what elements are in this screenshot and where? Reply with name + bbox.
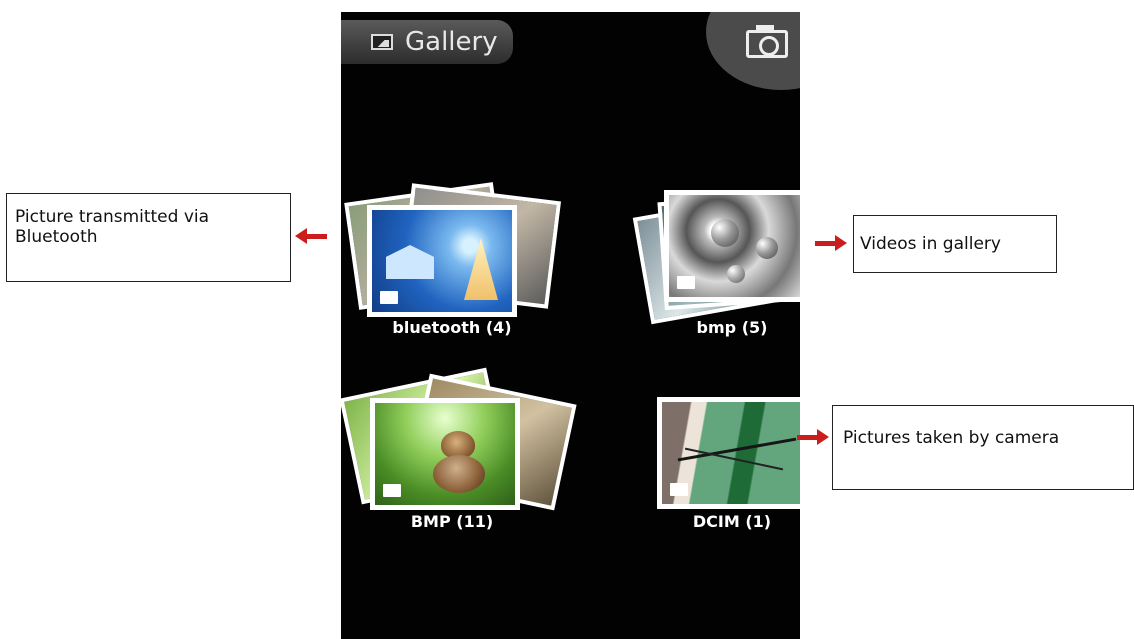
album-BMP[interactable]: BMP (11) bbox=[341, 362, 577, 537]
annotation-bluetooth: Picture transmitted via Bluetooth bbox=[6, 193, 291, 282]
phone-screen: Gallery bluetooth (4) bmp (5) BMP (11) D… bbox=[341, 12, 800, 639]
annotation-camera: Pictures taken by camera bbox=[832, 405, 1134, 490]
arrow-videos bbox=[815, 235, 847, 251]
folder-icon bbox=[383, 484, 401, 497]
album-label-bmp: bmp (5) bbox=[696, 318, 768, 337]
camera-icon bbox=[746, 25, 788, 58]
app-title: Gallery bbox=[405, 27, 498, 57]
camera-button[interactable] bbox=[706, 12, 800, 90]
album-bmp[interactable]: bmp (5) bbox=[627, 170, 800, 345]
gallery-icon bbox=[371, 34, 393, 50]
annotation-videos: Videos in gallery bbox=[853, 215, 1057, 273]
folder-icon bbox=[677, 276, 695, 289]
arrow-bluetooth bbox=[295, 228, 327, 244]
folder-icon bbox=[670, 483, 688, 496]
album-label-bluetooth: bluetooth (4) bbox=[392, 318, 512, 337]
album-dcim[interactable]: DCIM (1) bbox=[647, 362, 800, 537]
album-label-DCIM: DCIM (1) bbox=[692, 512, 772, 531]
album-label-BMP: BMP (11) bbox=[410, 512, 494, 531]
arrow-camera bbox=[797, 429, 829, 445]
folder-icon bbox=[380, 291, 398, 304]
album-bluetooth[interactable]: bluetooth (4) bbox=[344, 170, 562, 345]
gallery-tab[interactable]: Gallery bbox=[341, 20, 513, 64]
